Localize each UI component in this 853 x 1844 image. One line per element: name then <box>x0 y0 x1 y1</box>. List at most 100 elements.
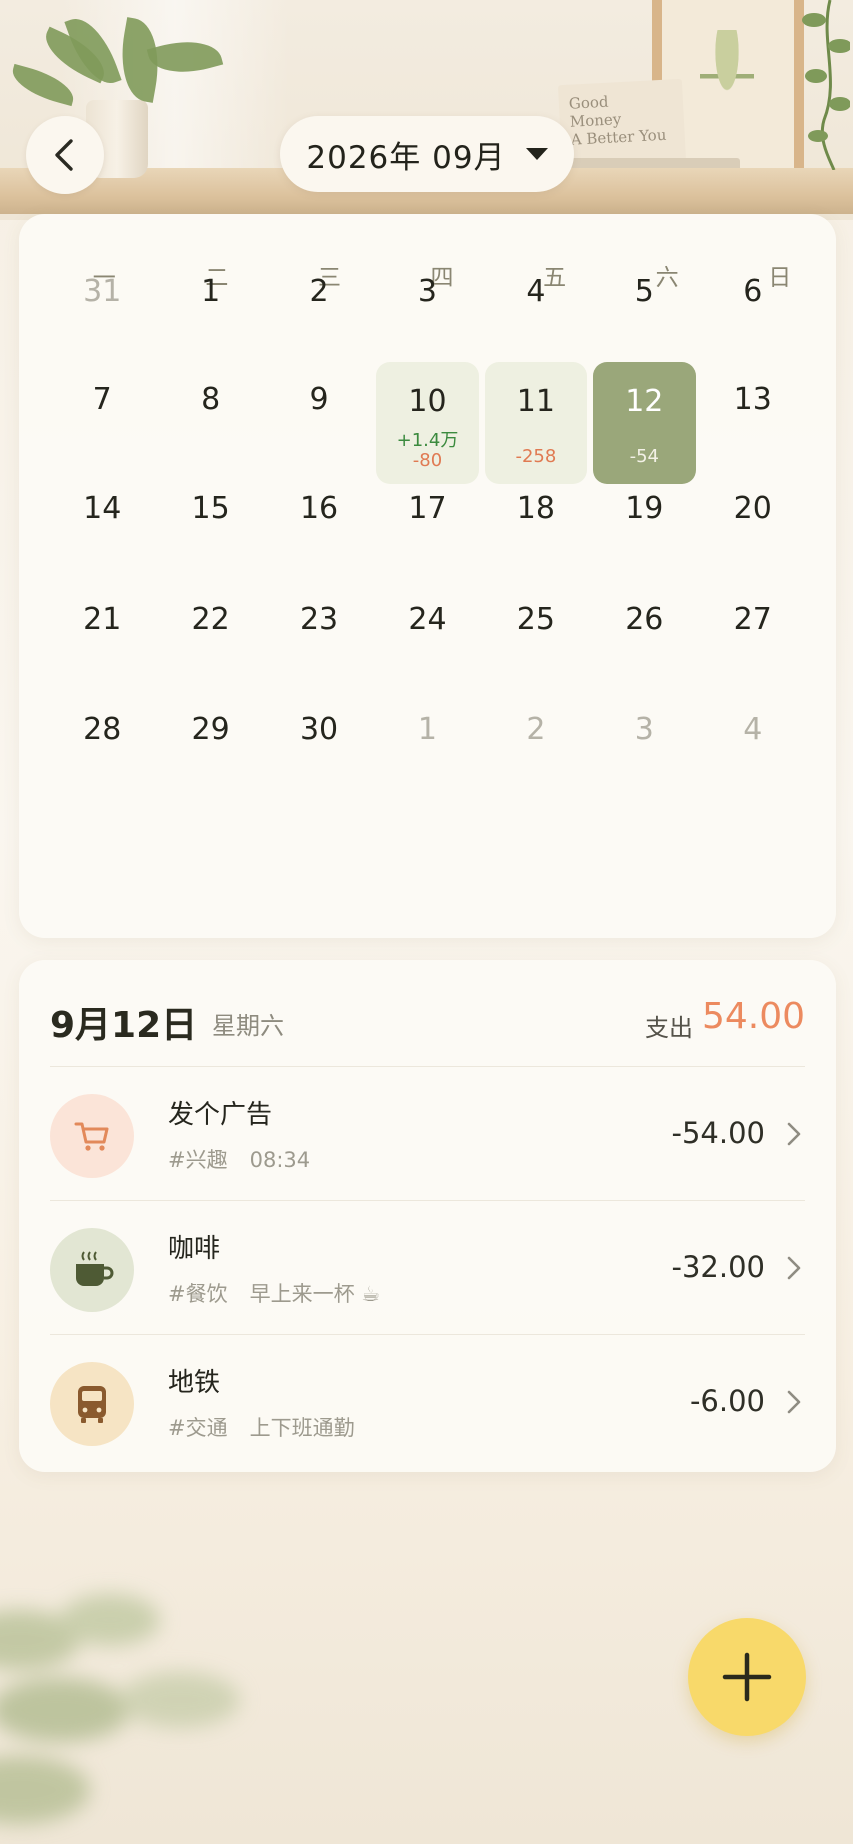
calendar-day[interactable]: 21 <box>48 582 156 692</box>
calendar-day[interactable]: 2 <box>482 692 590 802</box>
day-number: 19 <box>625 491 664 526</box>
transaction-item[interactable]: 地铁 #交通 上下班通勤 -6.00 <box>50 1336 805 1468</box>
calendar-day[interactable]: 23 <box>265 582 373 692</box>
day-number: 1 <box>201 274 221 309</box>
transaction-meta: #交通 上下班通勤 <box>168 1412 355 1442</box>
day-number: 23 <box>299 602 339 637</box>
calendar-day[interactable]: 30 <box>265 692 373 802</box>
divider <box>50 1066 805 1067</box>
day-number: 30 <box>299 712 339 747</box>
calendar-day[interactable]: 29 <box>156 692 264 802</box>
month-selector[interactable]: 2026年 09月 <box>280 116 574 192</box>
calendar-day[interactable]: 1 <box>156 254 264 364</box>
transaction-amount: -54.00 <box>671 1116 766 1150</box>
calendar-day[interactable]: 31 <box>48 254 156 364</box>
calendar-day[interactable]: 27 <box>699 582 807 692</box>
transaction-note: 上下班通勤 <box>249 1416 355 1440</box>
divider <box>50 1200 805 1201</box>
calendar-day[interactable]: 2 <box>265 254 373 364</box>
day-number: 11 <box>516 384 555 419</box>
calendar-week-row: 14 15 16 17 18 19 20 <box>48 471 807 581</box>
chevron-right-icon <box>787 1256 801 1280</box>
calendar-day[interactable]: 13 <box>699 362 807 472</box>
framed-plant-art <box>700 30 754 140</box>
chevron-left-icon <box>55 139 73 171</box>
calendar-day[interactable]: 3 <box>373 254 481 364</box>
chevron-right-icon <box>787 1122 801 1146</box>
blurred-plant <box>0 1594 240 1824</box>
plus-icon <box>722 1652 772 1702</box>
day-number: 29 <box>191 712 230 747</box>
day-expense: -54 <box>629 446 660 467</box>
day-number: 6 <box>743 274 763 309</box>
transaction-tag: #交通 <box>168 1416 228 1440</box>
transaction-note: 早上来一杯 ☕ <box>249 1282 381 1306</box>
calendar-day[interactable]: 19 <box>590 471 698 581</box>
calendar-day[interactable]: 3 <box>590 692 698 802</box>
calendar-day[interactable]: 24 <box>373 582 481 692</box>
calendar-day[interactable]: 9 <box>265 362 373 472</box>
day-number: 16 <box>299 491 339 526</box>
calendar-day[interactable]: 22 <box>156 582 264 692</box>
calendar-day[interactable]: 16 <box>265 471 373 581</box>
transaction-title: 发个广告 <box>168 1100 273 1130</box>
transaction-icon-badge <box>50 1228 134 1312</box>
day-number: 27 <box>733 602 772 637</box>
calendar-day[interactable]: 7 <box>48 362 156 472</box>
transaction-icon-badge <box>50 1094 134 1178</box>
transaction-item[interactable]: 发个广告 #兴趣 08:34 -54.00 <box>50 1068 805 1200</box>
day-details-card: 9月12日 星期六 支出 54.00 发个广告 #兴趣 08:34 -54.00 <box>19 960 836 1472</box>
day-number: 25 <box>516 602 555 637</box>
calendar-day[interactable]: 18 <box>482 471 590 581</box>
day-number: 15 <box>191 491 230 526</box>
day-number: 17 <box>408 491 447 526</box>
calendar-day[interactable]: 14 <box>48 471 156 581</box>
day-number: 10 <box>408 384 447 419</box>
day-number: 2 <box>309 274 329 309</box>
day-summary: 9月12日 星期六 支出 54.00 <box>50 996 805 1056</box>
caret-down-icon <box>525 148 548 160</box>
day-number: 26 <box>625 602 664 637</box>
calendar-day[interactable]: 4 <box>699 692 807 802</box>
calendar-day[interactable]: 5 <box>590 254 698 364</box>
bus-icon <box>78 1386 106 1423</box>
calendar-week-row: 21 22 23 24 25 26 27 <box>48 582 807 692</box>
calendar-card: 一 二 三 四 五 六 日 31 1 2 3 4 5 6 7 8 9 10 +1.4万 -80 11 -25… <box>19 214 836 938</box>
day-number: 5 <box>634 274 654 309</box>
calendar-day[interactable]: 1 <box>373 692 481 802</box>
day-number: 4 <box>526 274 546 309</box>
calendar-day[interactable]: 6 <box>699 254 807 364</box>
hanging-vine <box>802 0 850 170</box>
calendar-day[interactable]: 26 <box>590 582 698 692</box>
calendar-day[interactable]: 20 <box>699 471 807 581</box>
calendar-day[interactable]: 8 <box>156 362 264 472</box>
calendar-day[interactable]: 15 <box>156 471 264 581</box>
calendar-day-selected[interactable]: 12 -54 <box>590 362 698 484</box>
day-number: 12 <box>625 384 664 419</box>
day-number: 3 <box>417 274 438 309</box>
calendar-day[interactable]: 28 <box>48 692 156 802</box>
transaction-item[interactable]: 咖啡 #餐饮 早上来一杯 ☕ -32.00 <box>50 1202 805 1334</box>
selected-weekday: 星期六 <box>212 1012 284 1040</box>
calendar-day[interactable]: 11 -258 <box>482 362 590 484</box>
calendar-day[interactable]: 17 <box>373 471 481 581</box>
day-number: 21 <box>83 602 122 637</box>
back-button[interactable] <box>26 116 104 194</box>
transaction-meta: #餐饮 早上来一杯 ☕ <box>168 1278 380 1308</box>
calendar-day[interactable]: 10 +1.4万 -80 <box>373 362 481 484</box>
transaction-amount: -6.00 <box>689 1384 765 1418</box>
calendar-week-row: 31 1 2 3 4 5 6 <box>48 254 807 364</box>
day-number: 4 <box>743 712 763 747</box>
add-record-button[interactable] <box>688 1618 806 1736</box>
day-number: 18 <box>516 491 555 526</box>
transaction-meta: #兴趣 08:34 <box>168 1144 310 1174</box>
calendar-day[interactable]: 25 <box>482 582 590 692</box>
transaction-tag: #餐饮 <box>168 1282 228 1306</box>
day-expense: -80 <box>412 450 443 471</box>
calendar-day[interactable]: 4 <box>482 254 590 364</box>
day-number: 24 <box>408 602 447 637</box>
day-expense: -258 <box>515 446 557 467</box>
transaction-tag: #兴趣 <box>168 1148 228 1172</box>
calendar-week-row: 7 8 9 10 +1.4万 -80 11 -258 12 -54 13 <box>48 362 807 484</box>
transaction-amount: -32.00 <box>671 1250 766 1284</box>
